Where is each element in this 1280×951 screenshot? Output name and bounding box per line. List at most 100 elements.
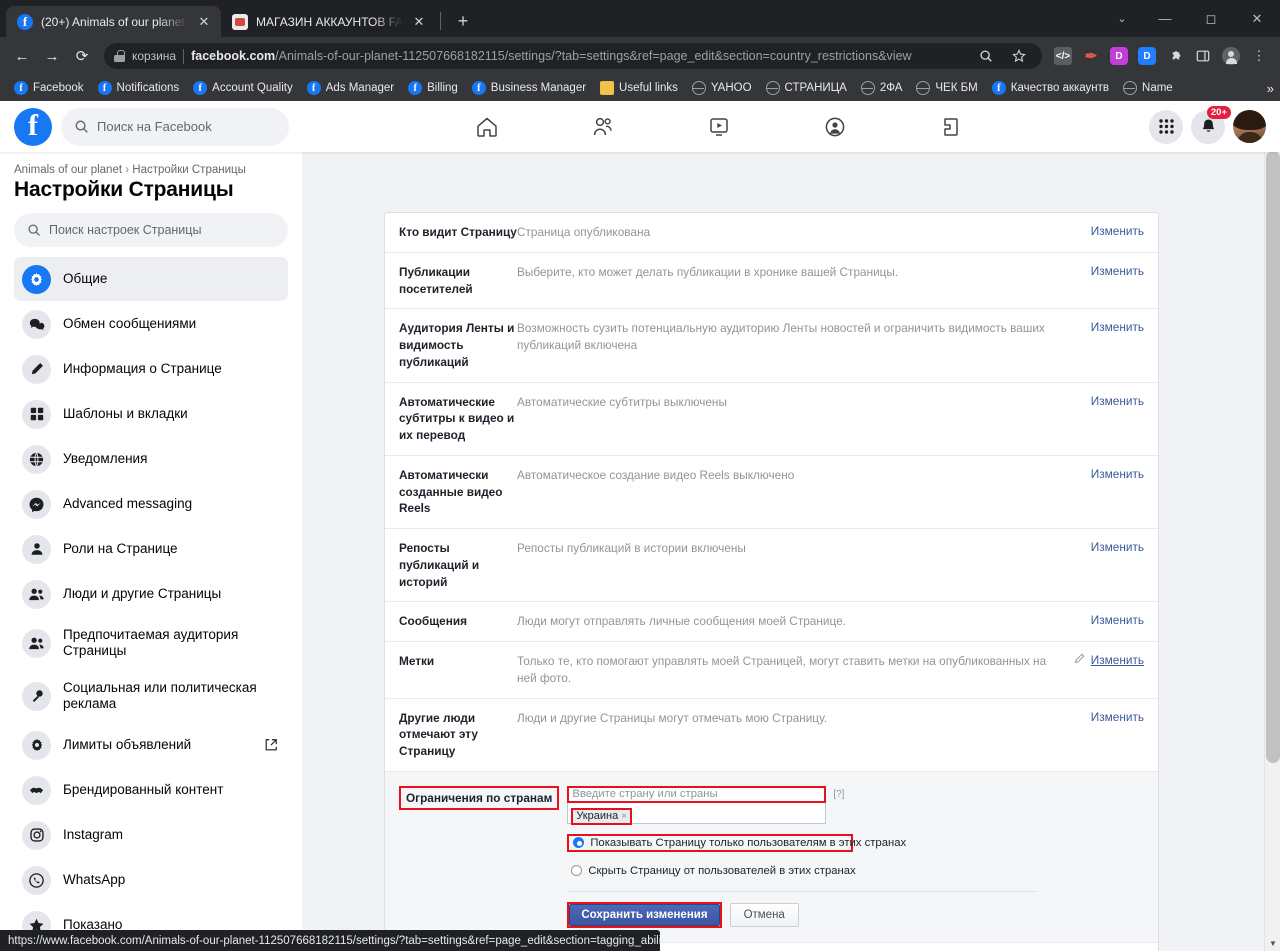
menu-icon[interactable]: ⋮ — [1246, 43, 1272, 69]
sidebar-item-page-roles[interactable]: Роли на Странице — [14, 527, 288, 571]
row-label: Репосты публикаций и историй — [399, 541, 480, 589]
blue-extension-icon[interactable]: D — [1134, 43, 1160, 69]
row-action: Изменить — [1091, 613, 1144, 630]
save-button[interactable]: Сохранить изменения — [569, 903, 720, 926]
scroll-down-arrow-icon[interactable]: ▼ — [1265, 935, 1280, 951]
sidebar-item-templates[interactable]: Шаблоны и вкладки — [14, 392, 288, 436]
bookmark-item[interactable]: f Billing — [402, 79, 464, 97]
sidebar-item-social-political-ads[interactable]: Социальная или политическая реклама — [14, 670, 288, 722]
bookmark-item[interactable]: YAHOO — [686, 79, 758, 97]
sidebar-item-messaging[interactable]: Обмен сообщениями — [14, 302, 288, 346]
watch-icon[interactable] — [692, 110, 746, 144]
gear-solid-icon — [22, 730, 51, 760]
bookmark-item[interactable]: f Notifications — [92, 79, 186, 97]
sidebar-item-notifications[interactable]: Уведомления — [14, 437, 288, 481]
sidebar-item-preferred-audience[interactable]: Предпочитаемая аудитория Страницы — [14, 617, 288, 669]
facebook-logo[interactable]: f — [14, 107, 52, 146]
bookmark-label: 2ФА — [879, 82, 903, 94]
bookmark-label: YAHOO — [710, 82, 752, 94]
edit-link[interactable]: Изменить — [1091, 264, 1144, 278]
country-token[interactable]: Украина × — [571, 807, 633, 825]
edit-link[interactable]: Изменить — [1091, 224, 1144, 238]
external-link-icon[interactable] — [264, 738, 278, 752]
radio-hide-from[interactable]: Скрыть Страницу от пользователей в этих … — [567, 862, 1144, 880]
purple-extension-icon[interactable]: D — [1106, 43, 1132, 69]
edit-link[interactable]: Изменить — [1091, 613, 1144, 627]
browser-scrollbar[interactable]: ▲ ▼ — [1264, 101, 1280, 951]
new-tab-button[interactable]: + — [449, 7, 477, 35]
bookmark-item[interactable]: f Facebook — [8, 79, 90, 97]
people-icon — [22, 628, 51, 658]
sidebar-item-label: Advanced messaging — [63, 496, 193, 512]
remove-token-icon[interactable]: × — [621, 810, 627, 823]
friends-icon[interactable] — [576, 110, 630, 144]
close-icon[interactable]: ✕ — [196, 14, 212, 30]
help-icon[interactable]: [?] — [833, 789, 844, 800]
bookmark-star-icon[interactable] — [1006, 43, 1032, 69]
edit-link[interactable]: Изменить — [1091, 710, 1144, 724]
sidebar-item-whatsapp[interactable]: WhatsApp — [14, 858, 288, 902]
bookmark-item[interactable]: f Account Quality — [187, 79, 299, 97]
bookmark-item[interactable]: Name — [1117, 79, 1179, 97]
code-extension-icon[interactable]: </> — [1050, 43, 1076, 69]
browser-scroll-thumb[interactable] — [1266, 151, 1280, 763]
sidebar-item-instagram[interactable]: Instagram — [14, 813, 288, 857]
minimize-icon[interactable]: — — [1142, 0, 1188, 37]
bookmark-item[interactable]: 2ФА — [855, 79, 909, 97]
radio-selected-icon[interactable] — [573, 837, 585, 849]
sidebar-item-branded-content[interactable]: Брендированный контент — [14, 768, 288, 812]
bookmarks-overflow-icon[interactable]: » — [1267, 81, 1274, 96]
bookmark-item[interactable]: f Качество аккаунтв — [986, 79, 1115, 97]
close-icon[interactable]: ✕ — [411, 14, 427, 30]
edit-link[interactable]: Изменить — [1091, 320, 1144, 334]
country-input[interactable]: Введите страну или страны — [567, 785, 827, 803]
edit-link[interactable]: Изменить — [1091, 540, 1144, 554]
cancel-button[interactable]: Отмена — [729, 902, 799, 927]
instagram-icon — [22, 820, 51, 850]
sidebar-item-general[interactable]: Общие — [14, 257, 288, 301]
gaming-icon[interactable] — [924, 110, 978, 144]
sidebar-item-advanced-messaging[interactable]: Advanced messaging — [14, 482, 288, 526]
sidebar-item-ad-limits[interactable]: Лимиты объявлений — [14, 723, 288, 767]
bookmark-folder[interactable]: Useful links — [594, 79, 684, 97]
country-restrictions-label: Ограничения по странам — [399, 785, 560, 810]
edit-link[interactable]: Изменить — [1091, 467, 1144, 481]
breadcrumb: Animals of our planet › Настройки Страни… — [14, 164, 288, 176]
breadcrumb-page[interactable]: Animals of our planet — [14, 164, 122, 176]
home-icon[interactable] — [460, 110, 514, 144]
sidebar-item-people-pages[interactable]: Люди и другие Страницы — [14, 572, 288, 616]
sidepanel-icon[interactable] — [1190, 43, 1216, 69]
back-icon[interactable]: ← — [8, 42, 36, 70]
chevron-down-icon[interactable]: ⌄ — [1102, 0, 1142, 37]
forward-icon[interactable]: → — [38, 42, 66, 70]
profile-icon[interactable] — [1218, 43, 1244, 69]
close-window-icon[interactable]: ✕ — [1234, 0, 1280, 37]
radio-show-only[interactable]: Показывать Страницу только пользователям… — [567, 833, 906, 852]
radio-unselected-icon[interactable] — [571, 865, 583, 877]
address-bar[interactable]: корзина facebook.com/Animals-of-our-plan… — [104, 43, 1042, 69]
search-input[interactable]: Поиск на Facebook — [61, 107, 289, 146]
edit-link[interactable]: Изменить — [1091, 653, 1144, 667]
browser-tab-2[interactable]: МАГАЗИН АККАУНТОВ FACEBOO ✕ — [221, 6, 436, 37]
reload-icon[interactable]: ⟳ — [68, 42, 96, 70]
maximize-icon[interactable]: ◻ — [1188, 0, 1234, 37]
grid-menu-icon[interactable] — [1149, 109, 1183, 144]
bookmark-item[interactable]: f Ads Manager — [301, 79, 400, 97]
sidebar-item-page-info[interactable]: Информация о Странице — [14, 347, 288, 391]
bell-icon[interactable]: 20+ — [1191, 105, 1231, 144]
edit-link[interactable]: Изменить — [1091, 394, 1144, 408]
redpen-extension-icon[interactable]: ✒ — [1078, 43, 1104, 69]
avatar[interactable] — [1233, 110, 1266, 143]
settings-search-input[interactable]: Поиск настроек Страницы — [14, 213, 288, 247]
groups-icon[interactable] — [808, 110, 862, 144]
search-icon[interactable] — [973, 43, 999, 69]
settings-search-placeholder: Поиск настроек Страницы — [49, 223, 202, 237]
facebook-icon: f — [193, 81, 208, 95]
facebook-icon: f — [97, 81, 112, 95]
bookmark-item[interactable]: СТРАНИЦА — [760, 79, 853, 97]
browser-tab-1[interactable]: f (20+) Animals of our planet | Fac ✕ — [6, 6, 221, 37]
bookmark-item[interactable]: ЧЕК БМ — [910, 79, 983, 97]
globe-icon — [691, 81, 706, 95]
bookmark-item[interactable]: f Business Manager — [466, 79, 592, 97]
puzzle-extension-icon[interactable] — [1162, 43, 1188, 69]
